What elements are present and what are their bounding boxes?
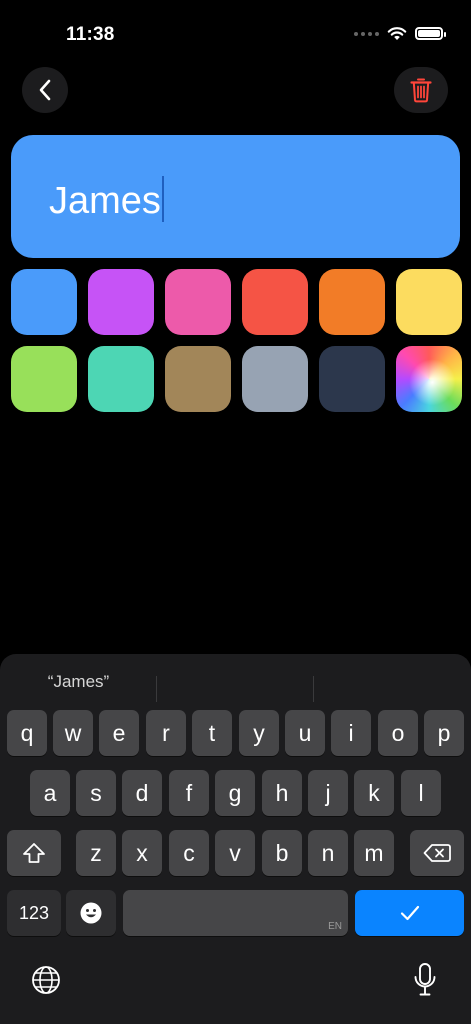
key-v[interactable]: v — [215, 830, 255, 876]
color-swatch-pink[interactable] — [165, 269, 231, 335]
key-n[interactable]: n — [308, 830, 348, 876]
key-k[interactable]: k — [354, 770, 394, 816]
key-r[interactable]: r — [146, 710, 186, 756]
color-swatch-grid — [11, 269, 462, 412]
key-l[interactable]: l — [401, 770, 441, 816]
color-swatch-navy[interactable] — [319, 346, 385, 412]
status-indicators — [354, 26, 446, 41]
key-o[interactable]: o — [378, 710, 418, 756]
space-language-label: EN — [328, 921, 342, 932]
emoji-key[interactable] — [66, 890, 116, 936]
suggestion-bar: “James” — [0, 664, 471, 702]
key-w[interactable]: w — [53, 710, 93, 756]
dictation-button[interactable] — [412, 962, 438, 998]
status-time: 11:38 — [66, 24, 115, 45]
key-q[interactable]: q — [7, 710, 47, 756]
name-value: James — [49, 180, 161, 222]
color-swatch-red[interactable] — [242, 269, 308, 335]
text-caret — [161, 176, 164, 222]
key-z[interactable]: z — [76, 830, 116, 876]
key-u[interactable]: u — [285, 710, 325, 756]
checkmark-icon — [400, 905, 419, 921]
backspace-icon — [423, 844, 451, 862]
name-preview-card[interactable]: James — [11, 135, 460, 258]
globe-icon — [32, 966, 60, 994]
microphone-icon — [414, 963, 436, 996]
color-swatch-teal[interactable] — [88, 346, 154, 412]
suggestion-divider — [156, 676, 157, 702]
key-x[interactable]: x — [122, 830, 162, 876]
key-p[interactable]: p — [424, 710, 464, 756]
globe-button[interactable] — [30, 964, 62, 996]
color-swatch-yellow[interactable] — [396, 269, 462, 335]
cellular-signal-icon — [354, 31, 379, 36]
shift-key[interactable] — [7, 830, 61, 876]
trash-icon — [410, 78, 432, 103]
backspace-key[interactable] — [410, 830, 464, 876]
color-swatch-blue[interactable] — [11, 269, 77, 335]
shift-icon — [23, 843, 45, 863]
color-swatch-purple[interactable] — [88, 269, 154, 335]
color-swatch-orange[interactable] — [319, 269, 385, 335]
key-b[interactable]: b — [262, 830, 302, 876]
key-g[interactable]: g — [215, 770, 255, 816]
color-swatch-custom[interactable] — [396, 346, 462, 412]
color-swatch-green[interactable] — [11, 346, 77, 412]
color-swatch-gray[interactable] — [242, 346, 308, 412]
key-s[interactable]: s — [76, 770, 116, 816]
chevron-left-icon — [39, 79, 51, 101]
key-d[interactable]: d — [122, 770, 162, 816]
keyboard: “James” q w e r t y u i o p a s d f g h … — [0, 654, 471, 1024]
wifi-icon — [387, 27, 407, 40]
key-i[interactable]: i — [331, 710, 371, 756]
key-c[interactable]: c — [169, 830, 209, 876]
emoji-icon — [80, 902, 102, 924]
key-y[interactable]: y — [239, 710, 279, 756]
suggestion-divider — [313, 676, 314, 702]
key-t[interactable]: t — [192, 710, 232, 756]
delete-button[interactable] — [394, 67, 448, 113]
space-key[interactable]: EN — [123, 890, 348, 936]
key-e[interactable]: e — [99, 710, 139, 756]
battery-icon — [415, 27, 446, 40]
key-j[interactable]: j — [308, 770, 348, 816]
color-swatch-brown[interactable] — [165, 346, 231, 412]
back-button[interactable] — [22, 67, 68, 113]
done-key[interactable] — [355, 890, 464, 936]
name-input[interactable]: James — [49, 176, 164, 223]
key-h[interactable]: h — [262, 770, 302, 816]
key-m[interactable]: m — [354, 830, 394, 876]
key-f[interactable]: f — [169, 770, 209, 816]
numbers-key[interactable]: 123 — [7, 890, 61, 936]
suggestion-item[interactable]: “James” — [0, 672, 157, 692]
key-a[interactable]: a — [30, 770, 70, 816]
